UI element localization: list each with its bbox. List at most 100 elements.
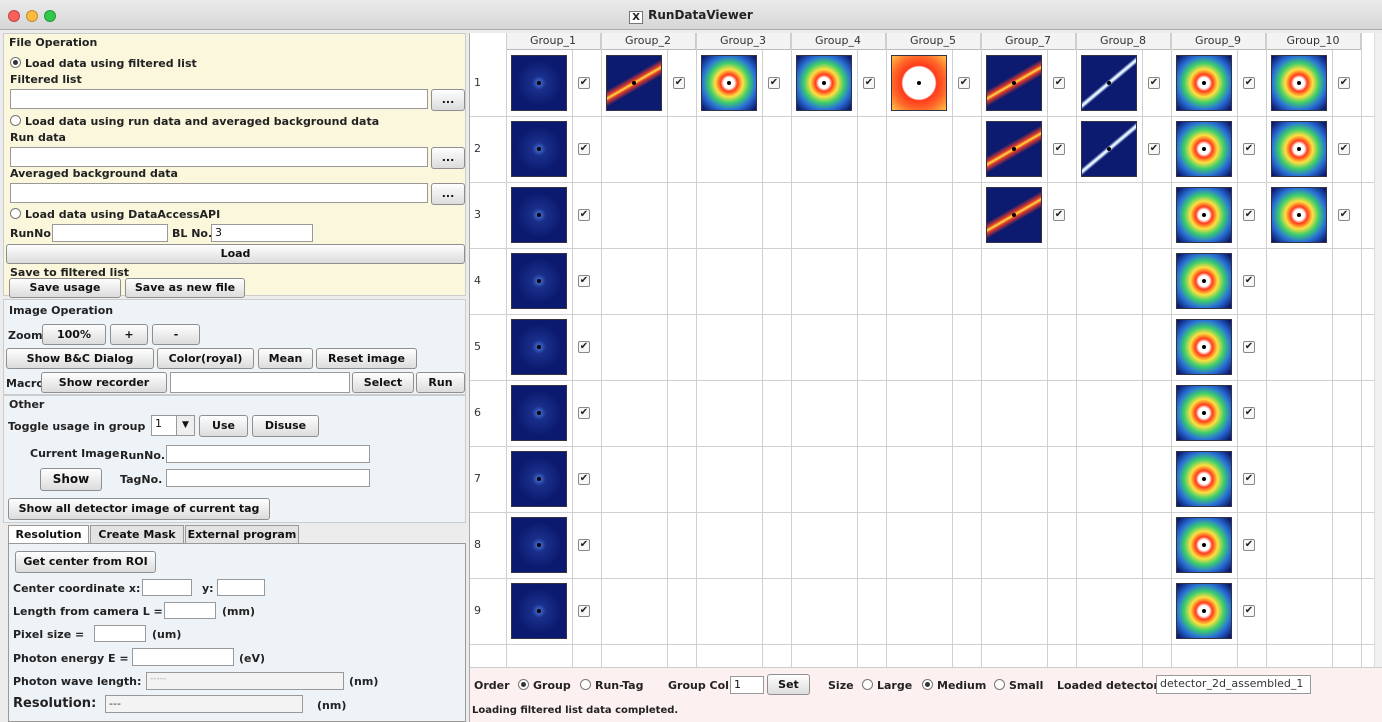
mean-button[interactable]: Mean	[258, 348, 313, 369]
set-button[interactable]: Set	[767, 674, 810, 695]
tagno-input[interactable]	[166, 469, 370, 487]
size-large-radio[interactable]: Large	[862, 679, 912, 692]
column-header[interactable]: Group_3	[696, 33, 791, 50]
usage-checkbox[interactable]: ✔	[1243, 209, 1255, 221]
usage-checkbox[interactable]: ✔	[1338, 209, 1350, 221]
usage-checkbox[interactable]: ✔	[1053, 77, 1065, 89]
usage-checkbox[interactable]: ✔	[1148, 77, 1160, 89]
zoom-value-button[interactable]: 100%	[42, 324, 106, 345]
usage-checkbox[interactable]: ✔	[1243, 605, 1255, 617]
usage-checkbox[interactable]: ✔	[578, 341, 590, 353]
tab-external-program[interactable]: External program	[185, 525, 299, 543]
radio-load-api[interactable]: Load data using DataAccessAPI	[10, 208, 220, 221]
column-header[interactable]: Group_2	[601, 33, 696, 50]
zoom-in-button[interactable]: +	[110, 324, 148, 345]
size-small-radio[interactable]: Small	[994, 679, 1043, 692]
resolution-unit: (nm)	[317, 699, 347, 712]
usage-checkbox[interactable]: ✔	[768, 77, 780, 89]
save-new-file-button[interactable]: Save as new file	[125, 278, 245, 298]
color-royal-button[interactable]: Color(royal)	[157, 348, 254, 369]
usage-checkbox[interactable]: ✔	[1243, 539, 1255, 551]
usage-checkbox[interactable]: ✔	[1338, 143, 1350, 155]
usage-checkbox[interactable]: ✔	[863, 77, 875, 89]
center-y-input[interactable]	[217, 579, 265, 596]
usage-checkbox[interactable]: ✔	[1053, 143, 1065, 155]
usage-checkbox[interactable]: ✔	[673, 77, 685, 89]
usage-checkbox[interactable]: ✔	[578, 77, 590, 89]
show-recorder-button[interactable]: Show recorder	[41, 372, 167, 393]
show-all-detector-button[interactable]: Show all detector image of current tag	[8, 498, 270, 520]
browse-filtered-button[interactable]: ...	[431, 89, 465, 111]
usage-checkbox[interactable]: ✔	[1243, 143, 1255, 155]
row-label: 3	[474, 208, 481, 221]
usage-checkbox[interactable]: ✔	[578, 473, 590, 485]
radio-load-filtered[interactable]: Load data using filtered list	[10, 57, 197, 70]
column-header[interactable]: Group_8	[1076, 33, 1171, 50]
run-data-input[interactable]	[10, 147, 428, 167]
usage-checkbox[interactable]: ✔	[578, 407, 590, 419]
tab-create-mask[interactable]: Create Mask	[90, 525, 184, 543]
center-x-input[interactable]	[142, 579, 192, 596]
row-label: 1	[474, 76, 481, 89]
browse-bg-button[interactable]: ...	[431, 183, 465, 205]
usage-checkbox[interactable]: ✔	[578, 275, 590, 287]
usage-checkbox[interactable]: ✔	[1148, 143, 1160, 155]
length-input[interactable]	[164, 602, 216, 619]
photon-energy-input[interactable]	[132, 648, 234, 666]
column-header[interactable]: Group_7	[981, 33, 1076, 50]
macro-select-button[interactable]: Select	[352, 372, 414, 393]
order-group-radio[interactable]: Group	[518, 679, 571, 692]
pixel-size-input[interactable]	[94, 625, 146, 642]
usage-checkbox[interactable]: ✔	[1243, 341, 1255, 353]
disuse-button[interactable]: Disuse	[252, 415, 319, 437]
length-label: Length from camera L =	[13, 605, 163, 618]
usage-checkbox[interactable]: ✔	[1243, 407, 1255, 419]
beam-center-dot	[917, 81, 921, 85]
show-current-button[interactable]: Show	[40, 468, 102, 491]
reset-image-button[interactable]: Reset image	[316, 348, 417, 369]
usage-checkbox[interactable]: ✔	[1338, 77, 1350, 89]
usage-checkbox[interactable]: ✔	[578, 143, 590, 155]
filtered-list-input[interactable]	[10, 89, 428, 109]
macro-input[interactable]	[170, 372, 350, 393]
group-col-input[interactable]: 1	[730, 676, 764, 694]
usage-checkbox[interactable]: ✔	[578, 605, 590, 617]
column-header[interactable]: Group_5	[886, 33, 981, 50]
usage-checkbox[interactable]: ✔	[1243, 77, 1255, 89]
get-center-button[interactable]: Get center from ROI	[15, 551, 156, 573]
usage-checkbox[interactable]: ✔	[578, 539, 590, 551]
column-header[interactable]: Group_4	[791, 33, 886, 50]
usage-checkbox[interactable]: ✔	[578, 209, 590, 221]
current-image-label: Current Image	[30, 447, 120, 460]
macro-run-button[interactable]: Run	[416, 372, 465, 393]
radio-unselected-icon	[862, 679, 873, 690]
grid-line	[470, 314, 1375, 315]
show-bc-dialog-button[interactable]: Show B&C Dialog	[6, 348, 154, 369]
tab-resolution[interactable]: Resolution	[8, 525, 89, 543]
load-button[interactable]: Load	[6, 244, 465, 264]
size-medium-radio[interactable]: Medium	[922, 679, 986, 692]
usage-checkbox[interactable]: ✔	[1243, 473, 1255, 485]
radio-unselected-icon	[10, 208, 21, 219]
column-header[interactable]: Group_10	[1266, 33, 1361, 50]
usage-checkbox[interactable]: ✔	[1243, 275, 1255, 287]
current-runno-input[interactable]	[166, 445, 370, 463]
blno-input[interactable]: 3	[211, 224, 313, 242]
usage-checkbox[interactable]: ✔	[1053, 209, 1065, 221]
beam-center-dot	[1202, 477, 1206, 481]
runno-input[interactable]	[52, 224, 168, 242]
grid-line	[667, 50, 668, 667]
vertical-scrollbar[interactable]	[1374, 33, 1382, 667]
column-header[interactable]: Group_9	[1171, 33, 1266, 50]
browse-run-button[interactable]: ...	[431, 147, 465, 169]
zoom-out-button[interactable]: -	[152, 324, 200, 345]
radio-load-run[interactable]: Load data using run data and averaged ba…	[10, 115, 379, 128]
order-runtag-radio[interactable]: Run-Tag	[580, 679, 643, 692]
usage-checkbox[interactable]: ✔	[958, 77, 970, 89]
use-button[interactable]: Use	[199, 415, 248, 437]
group-select[interactable]: 1 ▼	[151, 415, 195, 436]
save-usage-button[interactable]: Save usage	[9, 278, 121, 298]
beam-center-dot	[1297, 81, 1301, 85]
avg-bg-input[interactable]	[10, 183, 428, 203]
column-header[interactable]: Group_1	[506, 33, 601, 50]
